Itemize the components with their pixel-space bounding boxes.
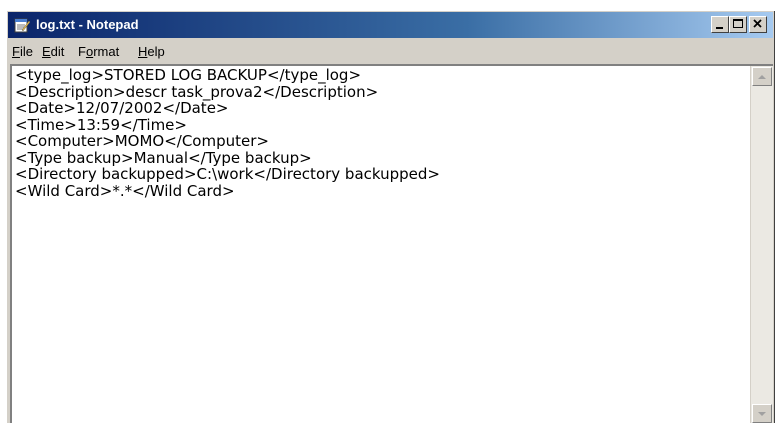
minimize-button[interactable] bbox=[711, 16, 729, 33]
arrow-down-icon bbox=[758, 412, 766, 416]
notepad-icon[interactable] bbox=[13, 17, 31, 33]
menu-file[interactable]: File bbox=[12, 44, 33, 59]
document-text[interactable]: <type_log>STORED LOG BACKUP</type_log> <… bbox=[15, 67, 747, 423]
close-icon bbox=[753, 19, 762, 28]
vertical-scrollbar[interactable] bbox=[750, 66, 773, 423]
menu-help[interactable]: Help bbox=[138, 44, 165, 59]
menu-format[interactable]: Format bbox=[78, 44, 119, 59]
menu-bar: File Edit Format Help bbox=[8, 40, 773, 62]
minimize-icon bbox=[716, 27, 723, 29]
maximize-icon bbox=[733, 19, 743, 28]
maximize-button[interactable] bbox=[729, 16, 747, 33]
window-title: log.txt - Notepad bbox=[36, 17, 139, 32]
scroll-up-button[interactable] bbox=[752, 67, 772, 86]
text-editor[interactable]: <type_log>STORED LOG BACKUP</type_log> <… bbox=[10, 64, 773, 423]
menu-edit[interactable]: Edit bbox=[42, 44, 64, 59]
arrow-up-icon bbox=[758, 75, 766, 79]
title-bar[interactable]: log.txt - Notepad bbox=[8, 12, 773, 38]
notepad-window: log.txt - Notepad File Edit Format Help … bbox=[6, 10, 775, 423]
scroll-down-button[interactable] bbox=[752, 404, 772, 423]
close-button[interactable] bbox=[749, 16, 767, 33]
